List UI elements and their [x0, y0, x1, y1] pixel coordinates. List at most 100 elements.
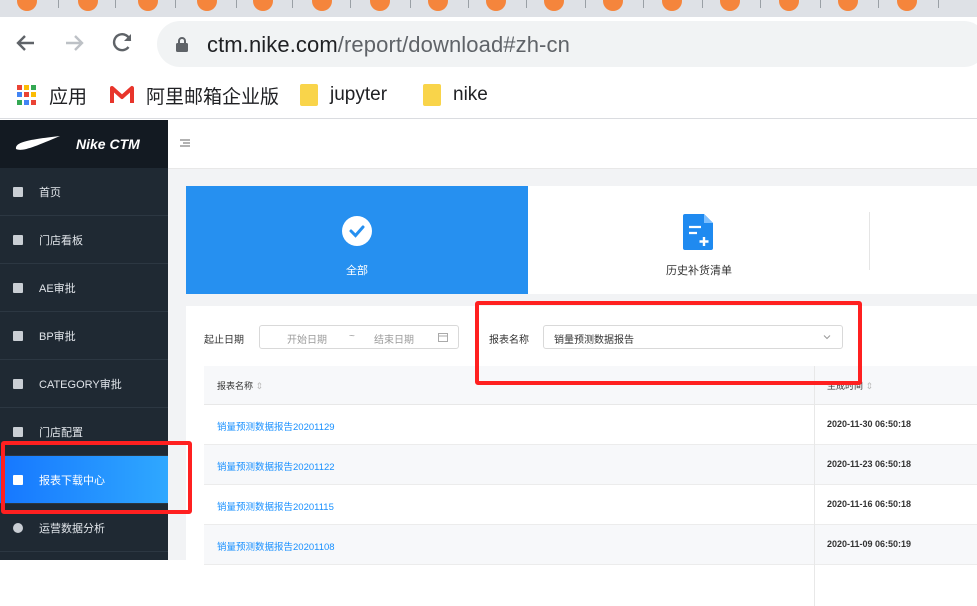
tab-favicon[interactable]: [486, 0, 506, 11]
card-label: 历史补货清单: [666, 265, 732, 277]
sort-icon[interactable]: ⇕: [256, 381, 264, 391]
check-circle-icon: [342, 216, 372, 246]
ae-icon: [13, 282, 23, 293]
report-link[interactable]: 销量预测数据报告20201122: [217, 459, 335, 473]
sidebar-item-category-approval[interactable]: CATEGORY审批: [0, 360, 168, 408]
tab-favicon[interactable]: [253, 0, 273, 11]
tab-favicon[interactable]: [197, 0, 217, 11]
app-brand-name: Nike CTM: [76, 136, 140, 152]
tab-favicon[interactable]: [138, 0, 158, 11]
bookmark-apps[interactable]: 应用: [17, 83, 88, 108]
url-host: ctm.nike.com: [207, 32, 338, 57]
header-label: 报表名称: [217, 381, 254, 391]
sidebar-item-label: 门店配置: [39, 426, 83, 439]
report-link[interactable]: 销量预测数据报告20201115: [217, 499, 334, 513]
start-date-input[interactable]: 开始日期: [287, 331, 327, 346]
pie-chart-icon: [13, 522, 23, 533]
tab-separator: [292, 0, 293, 8]
report-link[interactable]: 销量预测数据报告20201108: [217, 539, 335, 553]
forward-arrow-icon[interactable]: [60, 29, 88, 57]
report-time: 2020-11-09 06:50:19: [827, 539, 912, 549]
highlight-box: [1, 441, 192, 514]
bookmark-nike[interactable]: nike: [423, 83, 488, 107]
date-range-label: 起止日期: [204, 335, 244, 346]
bookmarks-bar: 应用 阿里邮箱企业版 jupyter nike: [0, 73, 977, 119]
bookmark-aliyun-mail[interactable]: 阿里邮箱企业版: [110, 83, 280, 108]
card-history-replenishment[interactable]: 历史补货清单: [528, 186, 870, 294]
column-divider: [814, 366, 815, 606]
folder-icon: [423, 84, 441, 106]
bookmark-label: 阿里邮箱企业版: [146, 86, 280, 108]
bookmark-label: nike: [453, 84, 488, 105]
app-logo[interactable]: Nike CTM: [0, 120, 168, 168]
tab-favicon[interactable]: [897, 0, 917, 11]
column-header-report-name[interactable]: 报表名称 ⇕: [217, 379, 263, 392]
date-range-picker[interactable]: 开始日期 ~ 结束日期: [259, 325, 459, 349]
tab-favicon[interactable]: [779, 0, 799, 11]
address-bar[interactable]: ctm.nike.com/report/download#zh-cn: [157, 21, 977, 67]
tab-favicon[interactable]: [428, 0, 448, 11]
mail-m-icon: [110, 86, 134, 103]
tab-favicon[interactable]: [370, 0, 390, 11]
tab-separator: [643, 0, 644, 8]
nike-swoosh-icon: [15, 136, 60, 150]
dashboard-icon: [13, 234, 23, 245]
bookmark-jupyter[interactable]: jupyter: [300, 83, 387, 107]
tab-favicon[interactable]: [603, 0, 623, 11]
tab-separator: [350, 0, 351, 8]
document-add-icon: [683, 214, 713, 250]
back-arrow-icon[interactable]: [12, 29, 40, 57]
range-separator: ~: [349, 331, 355, 342]
tab-favicon[interactable]: [662, 0, 682, 11]
url-text[interactable]: ctm.nike.com/report/download#zh-cn: [207, 32, 570, 58]
tab-separator: [468, 0, 469, 8]
lock-icon[interactable]: [175, 36, 189, 52]
sidebar-item-home[interactable]: 首页: [0, 168, 168, 216]
end-date-input[interactable]: 结束日期: [374, 331, 414, 346]
table-row: 销量预测数据报告20201122 2020-11-23 06:50:18: [204, 445, 977, 485]
sidebar-item-label: CATEGORY审批: [39, 378, 122, 391]
card-all[interactable]: 全部: [186, 186, 528, 294]
tab-favicon[interactable]: [17, 0, 37, 11]
tab-separator: [760, 0, 761, 8]
tab-separator: [878, 0, 879, 8]
bookmark-label: 应用: [49, 86, 88, 108]
tab-separator: [585, 0, 586, 8]
report-type-cards: 全部 历史补货清单: [186, 186, 977, 294]
browser-toolbar: ctm.nike.com/report/download#zh-cn: [0, 17, 977, 73]
tab-separator: [175, 0, 176, 8]
tab-separator: [702, 0, 703, 8]
report-link[interactable]: 销量预测数据报告20201129: [217, 419, 335, 433]
sort-icon[interactable]: ⇕: [866, 381, 874, 391]
card-divider: [869, 212, 870, 270]
tab-favicon[interactable]: [720, 0, 740, 11]
apps-grid-icon: [17, 85, 37, 105]
menu-toggle-icon[interactable]: [180, 139, 190, 147]
sidebar-item-ae-approval[interactable]: AE审批: [0, 264, 168, 312]
tab-favicon[interactable]: [312, 0, 332, 11]
sidebar-item-label: 首页: [39, 186, 61, 199]
tab-separator: [58, 0, 59, 8]
tab-favicon[interactable]: [838, 0, 858, 11]
tab-favicon[interactable]: [544, 0, 564, 11]
table-row: 销量预测数据报告20201115 2020-11-16 06:50:18: [204, 485, 977, 525]
tab-favicon[interactable]: [78, 0, 98, 11]
bp-icon: [13, 330, 23, 341]
url-path: /report/download#zh-cn: [337, 32, 570, 57]
tab-separator: [410, 0, 411, 8]
store-icon: [13, 426, 23, 437]
report-time: 2020-11-23 06:50:18: [827, 459, 912, 469]
sidebar-item-label: 运营数据分析: [39, 522, 105, 535]
reload-icon[interactable]: [109, 29, 137, 57]
sidebar-item-bp-approval[interactable]: BP审批: [0, 312, 168, 360]
folder-icon: [300, 84, 318, 106]
sidebar-item-label: AE审批: [39, 282, 76, 295]
sidebar-item-label: 门店看板: [39, 234, 83, 247]
table-row: 销量预测数据报告20201108 2020-11-09 06:50:19: [204, 525, 977, 565]
table-row: 销量预测数据报告20201129 2020-11-30 06:50:18: [204, 405, 977, 445]
tab-separator: [115, 0, 116, 8]
browser-tab-strip: [0, 0, 977, 17]
calendar-icon[interactable]: [438, 332, 448, 342]
category-icon: [13, 378, 23, 389]
sidebar-item-store-dashboard[interactable]: 门店看板: [0, 216, 168, 264]
